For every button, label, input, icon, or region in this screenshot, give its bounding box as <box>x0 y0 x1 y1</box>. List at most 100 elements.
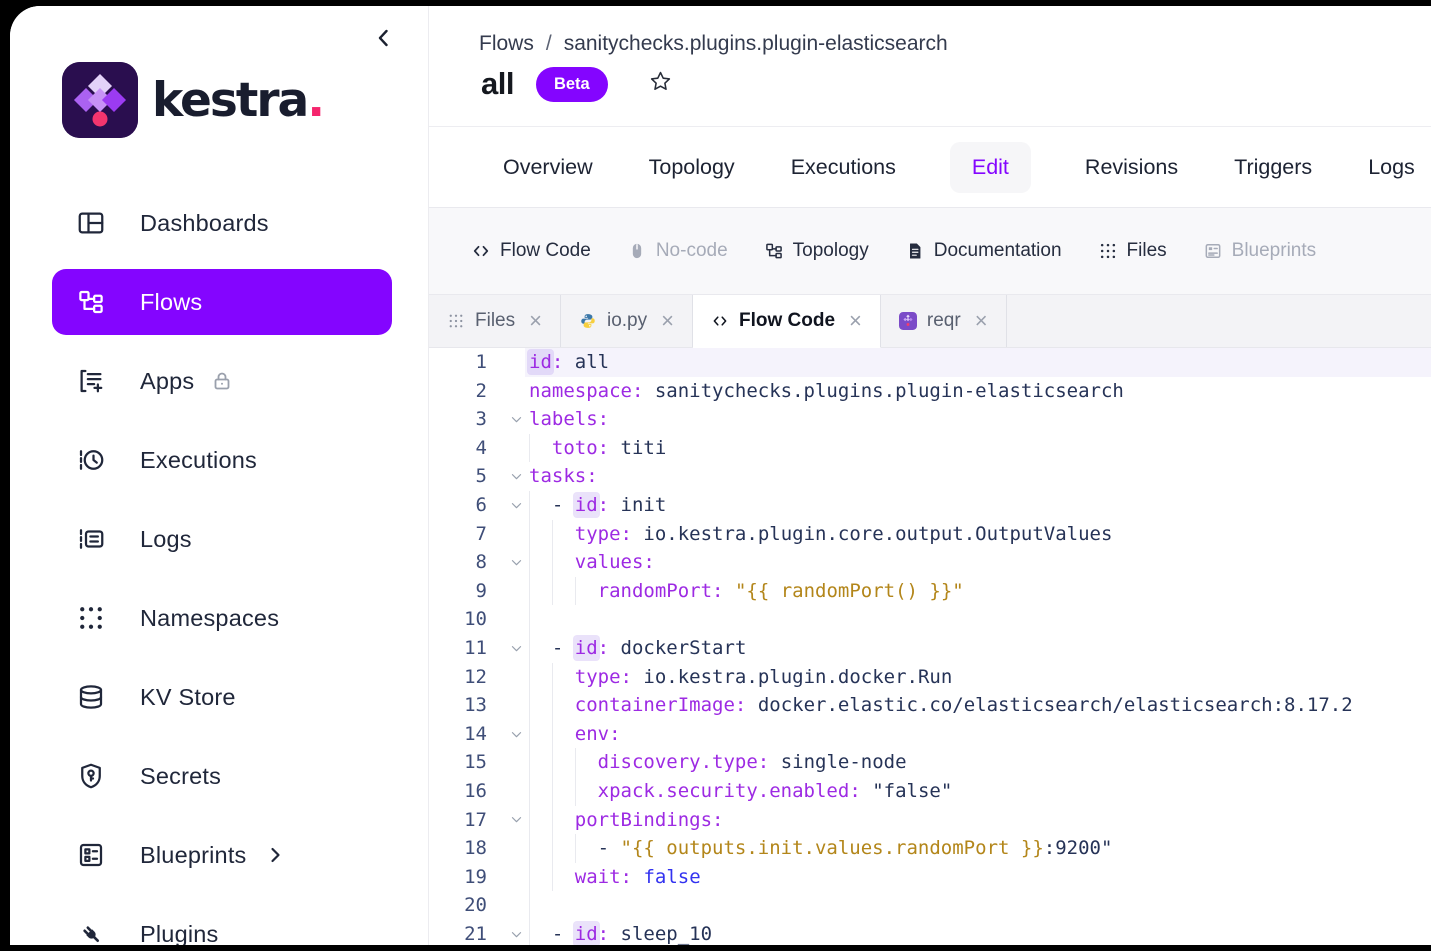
toolbar-label: Flow Code <box>500 240 591 262</box>
code-line: 14 env: <box>429 720 1431 749</box>
code-text: labels: <box>529 408 609 430</box>
code-text: env: <box>529 723 621 745</box>
fold-chevron-down-icon[interactable] <box>503 405 529 434</box>
fold-chevron-down-icon[interactable] <box>503 634 529 663</box>
sidebar-item-label: Blueprints <box>140 842 247 869</box>
title-row: all Beta <box>481 66 673 102</box>
close-icon[interactable]: × <box>975 308 988 334</box>
kestra-wordmark: kestra. <box>152 73 323 128</box>
code-text: - id: dockerStart <box>529 637 746 659</box>
code-line: 3 labels: <box>429 405 1431 434</box>
favorite-button[interactable] <box>648 69 673 99</box>
toolbar-flow-code-button[interactable]: Flow Code <box>471 240 591 262</box>
sidebar-item-namespaces[interactable]: Namespaces <box>52 585 392 651</box>
kestra-logo[interactable]: kestra. <box>62 62 323 138</box>
sidebar-item-plugins[interactable]: Plugins <box>52 901 392 945</box>
code-line: 20 <box>429 891 1431 920</box>
editor-tab-reqr[interactable]: reqr× <box>881 295 1007 347</box>
tab-edit[interactable]: Edit <box>950 142 1031 193</box>
editor-tab-io-py[interactable]: io.py× <box>561 295 693 347</box>
sidebar-item-kv-store[interactable]: KV Store <box>52 664 392 730</box>
sidebar-item-secrets[interactable]: Secrets <box>52 743 392 809</box>
tab-topology[interactable]: Topology <box>647 142 737 193</box>
beta-badge: Beta <box>536 67 608 102</box>
tab-logs[interactable]: Logs <box>1366 142 1417 193</box>
sidebar-collapse-button[interactable] <box>372 26 398 52</box>
editor-tab-strip: Files×io.py×Flow Code×reqr× <box>429 295 1431 348</box>
toolbar-label: Topology <box>793 240 869 262</box>
grid-dots-icon <box>447 312 465 330</box>
sidebar-item-flows[interactable]: Flows <box>52 269 392 335</box>
code-text: xpack.security.enabled: "false" <box>529 780 952 802</box>
tab-triggers[interactable]: Triggers <box>1232 142 1314 193</box>
line-number: 5 <box>429 462 487 491</box>
line-number: 19 <box>429 863 487 892</box>
sidebar-item-logs[interactable]: Logs <box>52 506 392 572</box>
fold-chevron-down-icon[interactable] <box>503 462 529 491</box>
toolbar-label: Blueprints <box>1232 240 1317 262</box>
code-icon <box>711 312 729 330</box>
page-title: all <box>481 66 514 102</box>
code-line: 1id: all <box>429 348 1431 377</box>
sidebar-item-executions[interactable]: Executions <box>52 427 392 493</box>
toolbar-label: Documentation <box>934 240 1062 262</box>
editor-tab-flow-code[interactable]: Flow Code× <box>693 295 881 348</box>
code-line: 18 - "{{ outputs.init.values.randomPort … <box>429 834 1431 863</box>
code-line: 16 xpack.security.enabled: "false" <box>429 777 1431 806</box>
code-text: toto: titi <box>529 437 666 459</box>
line-number: 16 <box>429 777 487 806</box>
blueprint-card-icon <box>1203 241 1223 261</box>
toolbar-no-code-button[interactable]: No-code <box>627 240 728 262</box>
toolbar-documentation-button[interactable]: Documentation <box>905 240 1062 262</box>
fold-chevron-down-icon[interactable] <box>503 491 529 520</box>
sidebar-item-dashboards[interactable]: Dashboards <box>52 190 392 256</box>
plugins-icon <box>76 919 106 945</box>
line-number: 3 <box>429 405 487 434</box>
code-line: 7 type: io.kestra.plugin.core.output.Out… <box>429 520 1431 549</box>
breadcrumb-flows-link[interactable]: Flows <box>479 32 534 55</box>
secrets-icon <box>76 761 106 791</box>
breadcrumb: Flows/sanitychecks.plugins.plugin-elasti… <box>479 32 948 56</box>
code-text: type: io.kestra.plugin.docker.Run <box>529 666 952 688</box>
toolbar-label: Files <box>1127 240 1167 262</box>
close-icon[interactable]: × <box>529 308 542 334</box>
tab-revisions[interactable]: Revisions <box>1083 142 1180 193</box>
line-number: 9 <box>429 577 487 606</box>
sidebar-item-label: Secrets <box>140 763 221 790</box>
toolbar-topology-button[interactable]: Topology <box>764 240 869 262</box>
line-number: 12 <box>429 663 487 692</box>
tab-overview[interactable]: Overview <box>501 142 595 193</box>
toolbar-files-button[interactable]: Files <box>1098 240 1167 262</box>
sidebar-item-label: Logs <box>140 526 192 553</box>
kvstore-icon <box>76 682 106 712</box>
line-number: 8 <box>429 548 487 577</box>
tab-executions[interactable]: Executions <box>789 142 898 193</box>
sidebar-item-apps[interactable]: Apps <box>52 348 392 414</box>
kestra-logo-icon <box>62 62 138 138</box>
code-text: - "{{ outputs.init.values.randomPort }}:… <box>529 837 1112 859</box>
fold-chevron-down-icon[interactable] <box>503 548 529 577</box>
indent-guide <box>529 891 530 920</box>
dashboards-icon <box>76 208 106 238</box>
editor-tab-files[interactable]: Files× <box>429 295 561 347</box>
code-text: portBindings: <box>529 809 724 831</box>
close-icon[interactable]: × <box>661 308 674 334</box>
blueprints-icon <box>76 840 106 870</box>
sidebar-item-label: Executions <box>140 447 257 474</box>
sidebar-item-blueprints[interactable]: Blueprints <box>52 822 392 888</box>
code-text: containerImage: docker.elastic.co/elasti… <box>529 694 1353 716</box>
python-icon <box>579 312 597 330</box>
toolbar-blueprints-button[interactable]: Blueprints <box>1203 240 1317 262</box>
star-icon <box>648 69 673 99</box>
fold-chevron-down-icon[interactable] <box>503 720 529 749</box>
page-header: Flows/sanitychecks.plugins.plugin-elasti… <box>429 6 1431 127</box>
fold-chevron-down-icon[interactable] <box>503 920 529 945</box>
editor-toolbar: Flow Code No-code Topology Documentation Fil… <box>429 207 1431 295</box>
close-icon[interactable]: × <box>849 308 862 334</box>
sidebar-item-label: Flows <box>140 289 202 316</box>
sidebar-item-label: Namespaces <box>140 605 279 632</box>
code-editor[interactable]: 1id: all2namespace: sanitychecks.plugins… <box>429 348 1431 945</box>
fold-chevron-down-icon[interactable] <box>503 806 529 835</box>
breadcrumb-namespace[interactable]: sanitychecks.plugins.plugin-elasticsearc… <box>564 32 948 55</box>
line-number: 14 <box>429 720 487 749</box>
